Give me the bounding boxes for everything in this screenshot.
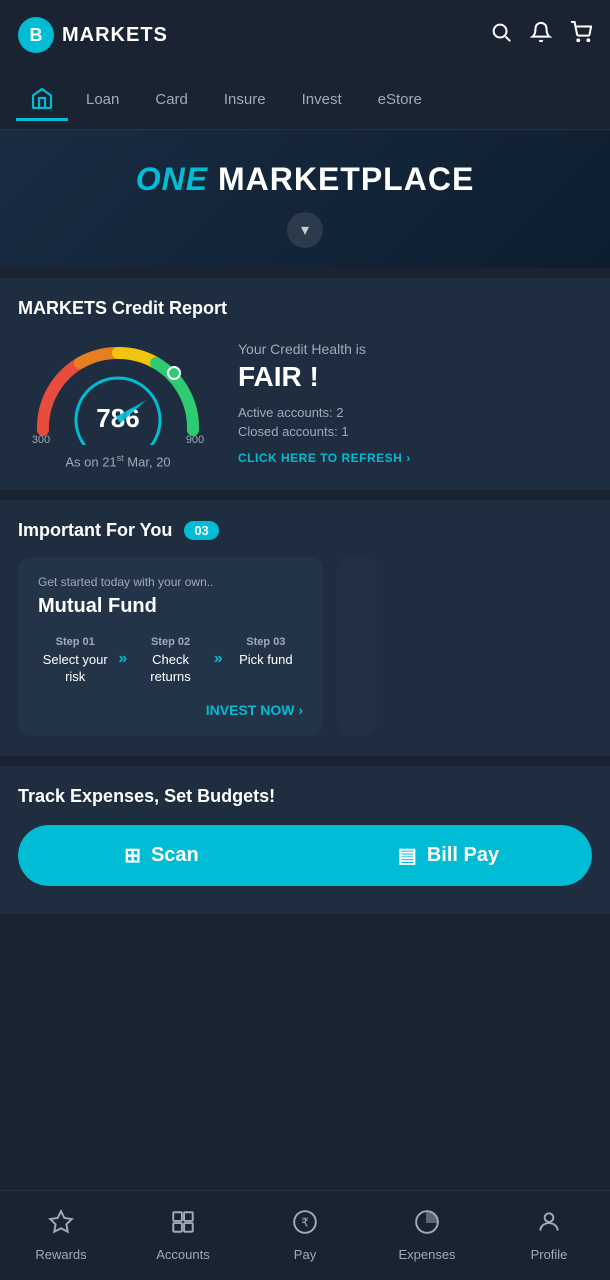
- pay-icon: ₹: [292, 1209, 318, 1241]
- bottom-nav-expenses[interactable]: Expenses: [366, 1191, 488, 1280]
- logo-icon: B: [18, 17, 54, 53]
- svg-text:300: 300: [32, 434, 50, 445]
- gauge-wrap: 786 300 900 As on 21st Mar, 20: [18, 335, 218, 469]
- nav-estore[interactable]: eStore: [360, 83, 440, 116]
- scan-label: Scan: [151, 844, 199, 867]
- credit-closed-accounts: Closed accounts: 1: [238, 424, 592, 439]
- credit-health-label: Your Credit Health is: [238, 341, 592, 357]
- search-icon[interactable]: [490, 21, 512, 49]
- important-badge: 03: [184, 521, 218, 540]
- important-title: Important For You: [18, 520, 172, 541]
- logo-area: B MARKETS: [18, 17, 168, 53]
- invest-now-button[interactable]: INVEST NOW ›: [38, 702, 303, 718]
- profile-icon: [536, 1209, 562, 1241]
- header: B MARKETS: [0, 0, 610, 70]
- credit-content: 786 300 900 As on 21st Mar, 20 Your Cred…: [18, 335, 592, 469]
- gauge-chart: 786 300 900: [23, 335, 213, 445]
- bill-label: Bill Pay: [427, 844, 499, 867]
- fund-card-title: Mutual Fund: [38, 595, 303, 618]
- bottom-nav: Rewards Accounts ₹ Pay Expenses: [0, 1190, 610, 1280]
- rewards-label: Rewards: [35, 1247, 86, 1262]
- refresh-link[interactable]: CLICK HERE TO REFRESH ›: [238, 451, 592, 465]
- bottom-nav-accounts[interactable]: Accounts: [122, 1191, 244, 1280]
- expenses-label: Expenses: [398, 1247, 455, 1262]
- bill-icon: ▤: [398, 843, 417, 868]
- credit-report-title: MARKETS Credit Report: [18, 298, 592, 319]
- credit-active-accounts: Active accounts: 2: [238, 405, 592, 420]
- fund-card-subtitle: Get started today with your own..: [38, 575, 303, 589]
- important-header: Important For You 03: [18, 520, 592, 541]
- scan-icon: ⊞: [124, 843, 141, 868]
- nav-loan[interactable]: Loan: [68, 83, 137, 116]
- cart-icon[interactable]: [570, 21, 592, 49]
- bottom-nav-profile[interactable]: Profile: [488, 1191, 610, 1280]
- bottom-nav-rewards[interactable]: Rewards: [0, 1191, 122, 1280]
- svg-text:₹: ₹: [301, 1215, 309, 1229]
- bill-pay-button[interactable]: ▤ Bill Pay: [305, 825, 592, 886]
- nav-insure[interactable]: Insure: [206, 83, 284, 116]
- credit-report-section: MARKETS Credit Report 786 300: [0, 278, 610, 489]
- gauge-date: As on 21st Mar, 20: [65, 453, 170, 469]
- nav-home[interactable]: [16, 78, 68, 121]
- step-3: Step 03 Pick fund: [229, 636, 303, 669]
- bottom-nav-pay[interactable]: ₹ Pay: [244, 1191, 366, 1280]
- hero-one: ONE: [136, 161, 208, 197]
- mutual-fund-card: Get started today with your own.. Mutual…: [18, 557, 323, 736]
- bell-icon[interactable]: [530, 21, 552, 49]
- profile-label: Profile: [531, 1247, 568, 1262]
- header-icons: [490, 21, 592, 49]
- step-1: Step 01 Select your risk: [38, 636, 112, 686]
- credit-info: Your Credit Health is FAIR ! Active acco…: [238, 341, 592, 465]
- scan-bill-row: ⊞ Scan ▤ Bill Pay: [18, 825, 592, 886]
- track-title: Track Expenses, Set Budgets!: [18, 786, 592, 807]
- rewards-icon: [48, 1209, 74, 1241]
- hero-marketplace: MARKETPLACE: [218, 161, 474, 197]
- accounts-label: Accounts: [156, 1247, 209, 1262]
- important-section: Important For You 03 Get started today w…: [0, 500, 610, 756]
- hero-banner: ONE MARKETPLACE ▾: [0, 130, 610, 268]
- scan-button[interactable]: ⊞ Scan: [18, 825, 305, 886]
- steps-row: Step 01 Select your risk » Step 02 Check…: [38, 636, 303, 686]
- svg-text:900: 900: [186, 434, 204, 445]
- nav-invest[interactable]: Invest: [284, 83, 360, 116]
- hero-chevron-button[interactable]: ▾: [287, 212, 323, 248]
- hero-title: ONE MARKETPLACE: [20, 160, 590, 198]
- track-section: Track Expenses, Set Budgets! ⊞ Scan ▤ Bi…: [0, 766, 610, 914]
- cards-scroll: Get started today with your own.. Mutual…: [18, 557, 592, 736]
- step-arrow-1: »: [118, 650, 127, 668]
- step-2: Step 02 Check returns: [133, 636, 207, 686]
- accounts-icon: [170, 1209, 196, 1241]
- logo-text: MARKETS: [62, 24, 168, 47]
- expenses-icon: [414, 1209, 440, 1241]
- top-nav: Loan Card Insure Invest eStore: [0, 70, 610, 130]
- step-arrow-2: »: [214, 650, 223, 668]
- nav-card[interactable]: Card: [137, 83, 206, 116]
- credit-status: FAIR !: [238, 361, 592, 393]
- pay-label: Pay: [294, 1247, 316, 1262]
